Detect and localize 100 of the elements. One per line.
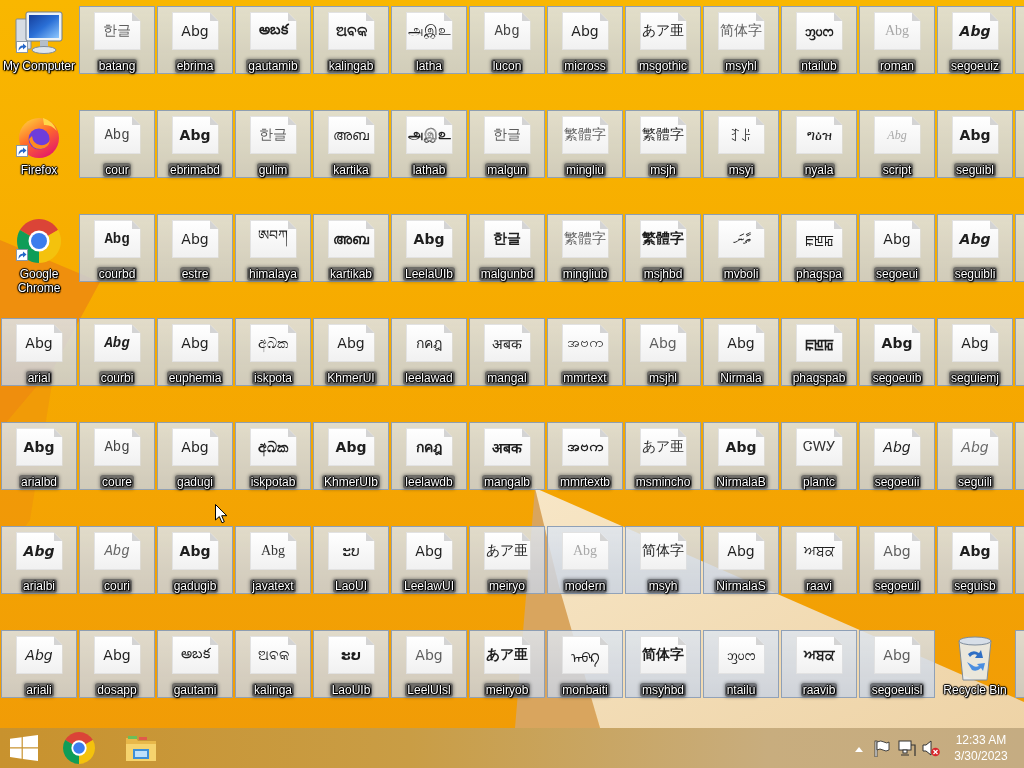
- desktop-item[interactable]: അബ kartika: [313, 110, 389, 178]
- desktop-item[interactable]: Abg Nirmala: [703, 318, 779, 386]
- desktop-item[interactable]: අබක iskpotab: [235, 422, 311, 490]
- desktop-item[interactable]: ᠠᠪᠺ monbaiti: [547, 630, 623, 698]
- desktop-item[interactable]: Abg gadugib: [157, 526, 233, 594]
- desktop-item[interactable]: 简体字 msyh: [625, 526, 701, 594]
- font-preview: Abg: [951, 532, 999, 570]
- desktop-item[interactable]: 繁體字 msjh: [625, 110, 701, 178]
- desktop-item[interactable]: ະບ LaoUI: [313, 526, 389, 594]
- desktop-item[interactable]: Abg KhmerUI: [313, 318, 389, 386]
- desktop-item[interactable]: ꡀꡁꡂ phagspab: [781, 318, 857, 386]
- desktop-item[interactable]: Abg segoeuii: [859, 422, 935, 490]
- desktop-item[interactable]: ᦀᦢᦂ ntailub: [781, 6, 857, 74]
- desktop-item[interactable]: 简体字 msyhl: [703, 6, 779, 74]
- desktop-item[interactable]: ਅਬਕ raavi: [781, 526, 857, 594]
- desktop-item[interactable]: Abg seguili: [937, 422, 1013, 490]
- desktop-item[interactable]: అబక gautami: [157, 630, 233, 698]
- desktop-item[interactable]: Abg LeelaUIb: [391, 214, 467, 282]
- font-preview: Abg: [327, 428, 375, 466]
- desktop-item[interactable]: Abg segoeui: [859, 214, 935, 282]
- desktop-item[interactable]: Abg KhmerUIb: [313, 422, 389, 490]
- desktop-item[interactable]: Abg dosapp: [79, 630, 155, 698]
- desktop-item[interactable]: Abg segoeuib: [859, 318, 935, 386]
- flag-icon[interactable]: [874, 739, 890, 757]
- desktop-item[interactable]: あア亜 meiryob: [469, 630, 545, 698]
- desktop-item[interactable]: Abg javatext: [235, 526, 311, 594]
- desktop-item[interactable]: Abg LeelUIsl: [391, 630, 467, 698]
- desktop-item[interactable]: ଅବକ kalingab: [313, 6, 389, 74]
- desktop-item[interactable]: Abg LeelawUI: [391, 526, 467, 594]
- desktop-item[interactable]: 한글 malgun: [469, 110, 545, 178]
- desktop-item[interactable]: Abg NirmalaS: [703, 526, 779, 594]
- desktop-item[interactable]: अबक mangal: [469, 318, 545, 386]
- desktop-item[interactable]: ꡀꡁꡂ phagspa: [781, 214, 857, 282]
- desktop-item[interactable]: Abg micross: [547, 6, 623, 74]
- desktop-item[interactable]: အဗက mmrtext: [547, 318, 623, 386]
- desktop-item[interactable]: 繁體字 msjhbd: [625, 214, 701, 282]
- desktop-item[interactable]: กคฎ leelawdb: [391, 422, 467, 490]
- desktop-item[interactable]: [1015, 214, 1024, 282]
- desktop-item[interactable]: Abg ebrimabd: [157, 110, 233, 178]
- desktop-item[interactable]: Abg seguibl: [937, 110, 1013, 178]
- desktop-item[interactable]: あア亜 msgothic: [625, 6, 701, 74]
- desktop-item[interactable]: [1015, 526, 1024, 594]
- desktop-item[interactable]: Abg ebrima: [157, 6, 233, 74]
- desktop-item[interactable]: ະບ LaoUIb: [313, 630, 389, 698]
- desktop-item[interactable]: 한글 batang: [79, 6, 155, 74]
- desktop-item[interactable]: あア亜 msmincho: [625, 422, 701, 490]
- desktop-item[interactable]: Abg lucon: [469, 6, 545, 74]
- desktop-item[interactable]: Abg arialbi: [1, 526, 77, 594]
- desktop-item[interactable]: අබක iskpota: [235, 318, 311, 386]
- desktop-item[interactable]: Abg roman: [859, 6, 935, 74]
- desktop-item[interactable]: అబక gautamib: [235, 6, 311, 74]
- desktop-item[interactable]: അബ kartikab: [313, 214, 389, 282]
- desktop-item[interactable]: ཨབཀ himalaya: [235, 214, 311, 282]
- show-hidden-icons-icon[interactable]: [855, 746, 863, 752]
- desktop-item[interactable]: [1015, 110, 1024, 178]
- desktop-item[interactable]: Abg segoeuiz: [937, 6, 1013, 74]
- desktop-item[interactable]: 한글 gulim: [235, 110, 311, 178]
- desktop-item[interactable]: Abg coure: [79, 422, 155, 490]
- desktop-item[interactable]: Abg script: [859, 110, 935, 178]
- desktop-item[interactable]: ਅਬਕ raavib: [781, 630, 857, 698]
- desktop-item[interactable]: 繁體字 mingliu: [547, 110, 623, 178]
- desktop-item[interactable]: Abg courbd: [79, 214, 155, 282]
- speaker-icon[interactable]: [922, 739, 940, 757]
- desktop-item[interactable]: กคฎ leelawad: [391, 318, 467, 386]
- desktop-item[interactable]: Abg courbi: [79, 318, 155, 386]
- network-icon[interactable]: [898, 739, 916, 757]
- desktop-item[interactable]: Abg ariali: [1, 630, 77, 698]
- desktop-item[interactable]: 简体字 msyhbd: [625, 630, 701, 698]
- desktop-item[interactable]: அஇஉ lathab: [391, 110, 467, 178]
- desktop-item[interactable]: Abg segoeuil: [859, 526, 935, 594]
- desktop-item[interactable]: ᦀᦢᦂ ntailu: [703, 630, 779, 698]
- desktop-item[interactable]: अबक mangalb: [469, 422, 545, 490]
- desktop-item[interactable]: ଅବକ kalinga: [235, 630, 311, 698]
- desktop-item[interactable]: ꆈꌠ msyi: [703, 110, 779, 178]
- desktop-item[interactable]: Abg euphemia: [157, 318, 233, 386]
- desktop-item[interactable]: Abg arialbd: [1, 422, 77, 490]
- desktop-item[interactable]: Abg arial: [1, 318, 77, 386]
- desktop-item[interactable]: ᏣᎳᎩ plantc: [781, 422, 857, 490]
- desktop-item[interactable]: [1015, 318, 1024, 386]
- desktop-item[interactable]: Abg couri: [79, 526, 155, 594]
- desktop-item[interactable]: あア亜 meiryo: [469, 526, 545, 594]
- desktop-item[interactable]: Abg estre: [157, 214, 233, 282]
- desktop-item[interactable]: အဗက mmrtextb: [547, 422, 623, 490]
- desktop-item[interactable]: Abg cour: [79, 110, 155, 178]
- desktop-item[interactable]: Abg NirmalaB: [703, 422, 779, 490]
- desktop-item[interactable]: Abg msjhl: [625, 318, 701, 386]
- desktop-item[interactable]: Abg seguisb: [937, 526, 1013, 594]
- desktop-item[interactable]: Abg segoeuisl: [859, 630, 935, 698]
- desktop-item[interactable]: [1015, 422, 1024, 490]
- desktop-item[interactable]: Abg seguibli: [937, 214, 1013, 282]
- desktop-item[interactable]: ግዕዝ nyala: [781, 110, 857, 178]
- desktop-item[interactable]: [1015, 6, 1024, 74]
- desktop-item[interactable]: Abg seguiemj: [937, 318, 1013, 386]
- desktop-item[interactable]: Abg modern: [547, 526, 623, 594]
- desktop-item[interactable]: அஇஉ latha: [391, 6, 467, 74]
- desktop-item[interactable]: 繁體字 mingliub: [547, 214, 623, 282]
- item-label: LeelaUIb: [402, 267, 455, 281]
- desktop-item[interactable]: 한글 malgunbd: [469, 214, 545, 282]
- desktop-item[interactable]: Abg gadugi: [157, 422, 233, 490]
- desktop-item[interactable]: [1015, 630, 1024, 698]
